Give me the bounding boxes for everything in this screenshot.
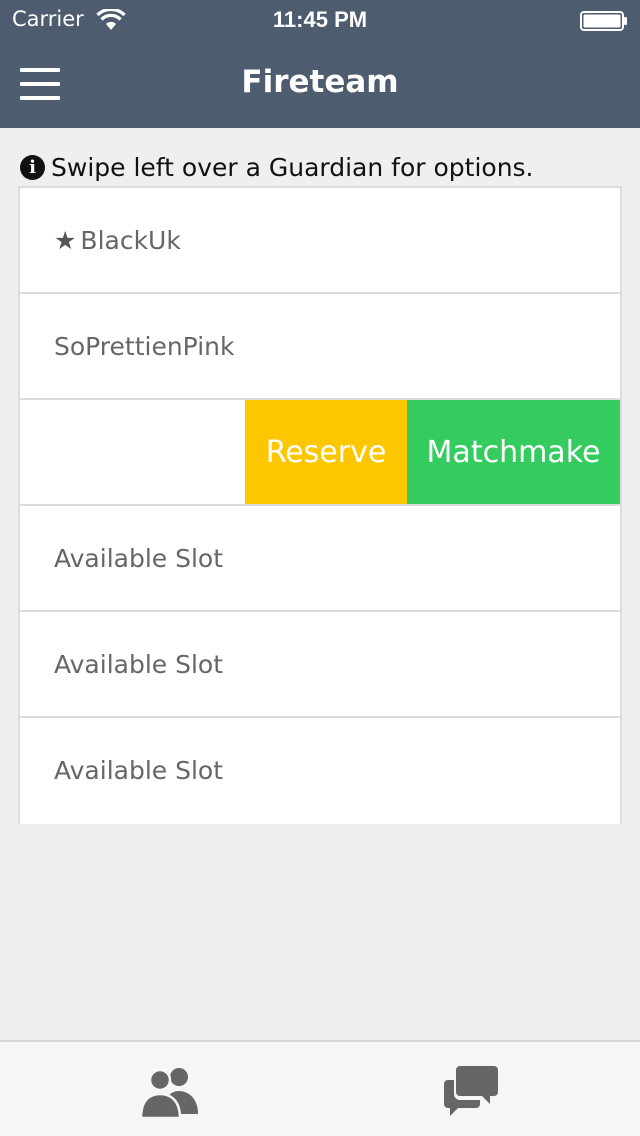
slot-label: Available Slot bbox=[54, 755, 224, 785]
top-bar: Carrier 11:45 PM Fireteam bbox=[0, 0, 640, 128]
member-row-leader[interactable]: ★ BlackUk bbox=[20, 188, 620, 294]
swiped-row[interactable]: Reserve Matchmake bbox=[20, 400, 620, 506]
fireteam-list: ★ BlackUk SoPrettienPink Reserve Matchma… bbox=[18, 186, 622, 824]
navigation-bar: Fireteam bbox=[0, 40, 640, 128]
member-name: SoPrettienPink bbox=[54, 331, 235, 361]
tab-bar bbox=[0, 1040, 640, 1136]
clock: 11:45 PM bbox=[272, 7, 368, 32]
available-slot-row[interactable]: Available Slot bbox=[20, 612, 620, 718]
info-icon: i bbox=[20, 154, 45, 180]
leader-star-icon: ★ bbox=[54, 225, 77, 255]
page-title: Fireteam bbox=[241, 64, 399, 100]
available-slot-row[interactable]: Available Slot bbox=[20, 718, 620, 824]
battery-icon bbox=[580, 11, 627, 31]
matchmake-button[interactable]: Matchmake bbox=[407, 400, 620, 504]
reserve-button[interactable]: Reserve bbox=[245, 400, 407, 504]
chat-bubbles-icon[interactable] bbox=[440, 1062, 504, 1122]
available-slot-row[interactable]: Available Slot bbox=[20, 506, 620, 612]
member-name: BlackUk bbox=[80, 225, 181, 255]
member-row[interactable]: SoPrettienPink bbox=[20, 294, 620, 400]
slot-label: Available Slot bbox=[54, 543, 224, 573]
status-bar: Carrier 11:45 PM bbox=[0, 0, 640, 40]
slot-label: Available Slot bbox=[54, 649, 224, 679]
swipe-hint-text: Swipe left over a Guardian for options. bbox=[51, 152, 534, 182]
swipe-hint: i Swipe left over a Guardian for options… bbox=[20, 150, 534, 184]
group-icon[interactable] bbox=[138, 1062, 202, 1122]
